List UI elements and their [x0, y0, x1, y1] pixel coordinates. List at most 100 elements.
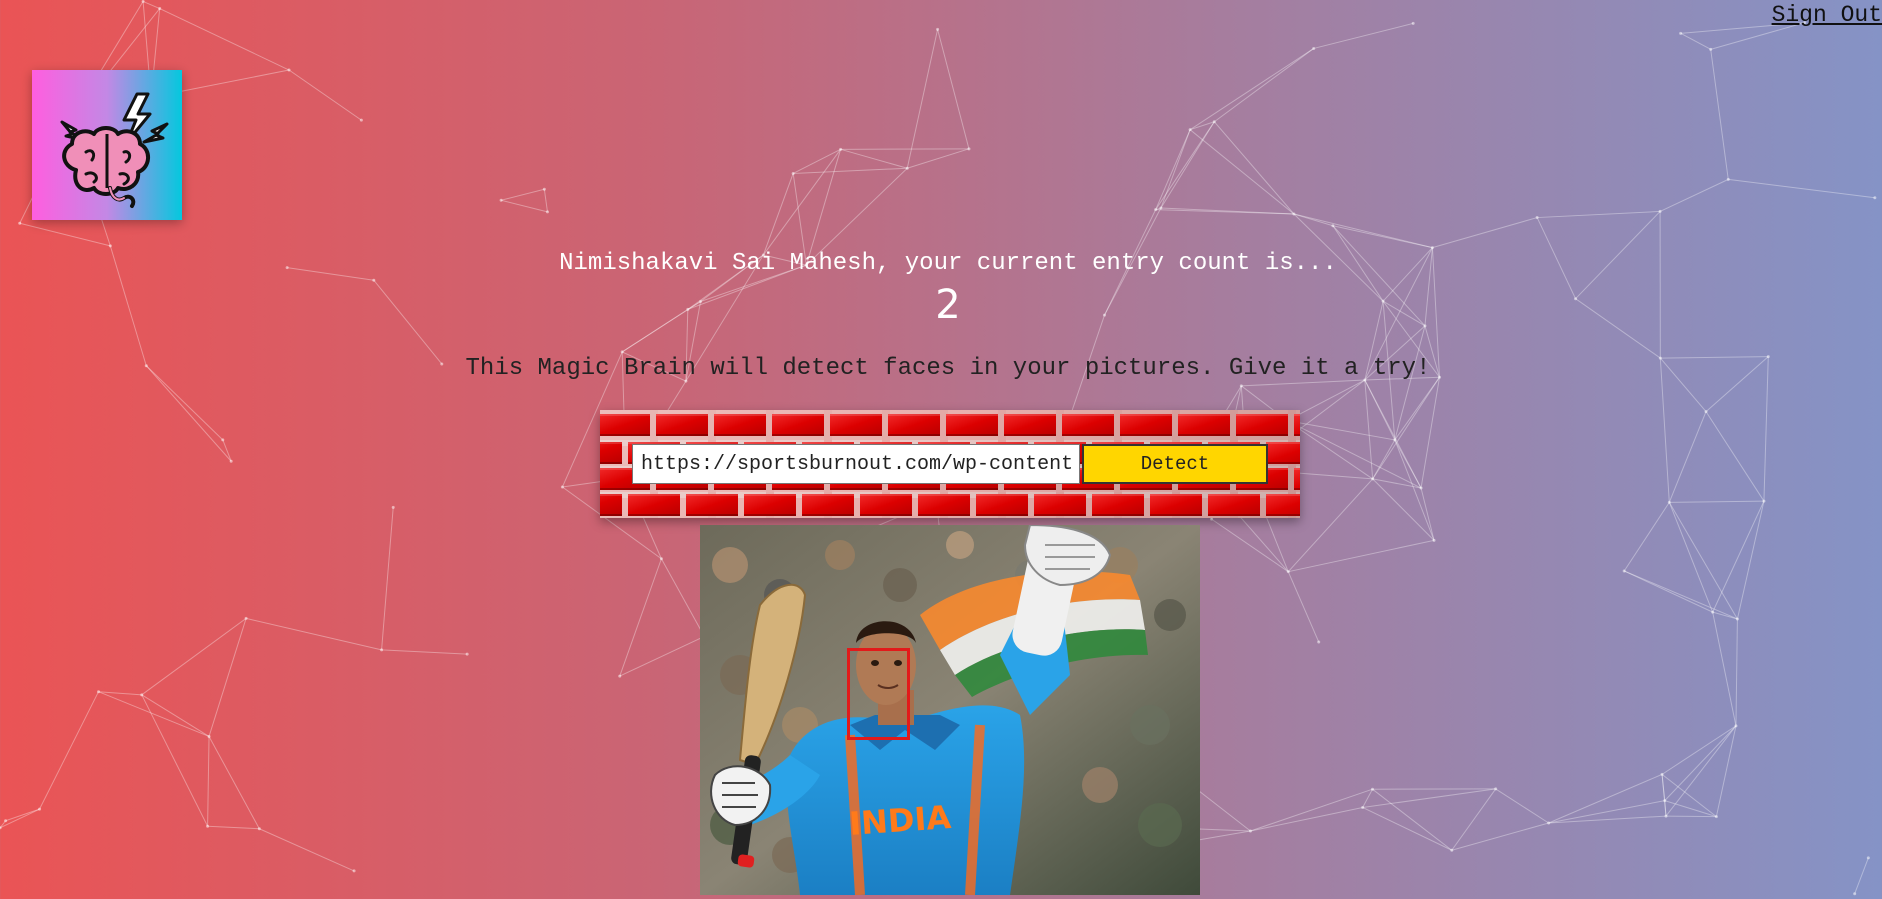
particle-link	[1288, 539, 1435, 573]
particle-link	[259, 828, 355, 872]
particle-dot	[108, 244, 112, 248]
particle-link	[1155, 121, 1215, 210]
particle-dot	[905, 166, 909, 170]
particle-dot	[1714, 815, 1718, 819]
particle-link	[840, 148, 908, 169]
particle-link	[1332, 225, 1433, 249]
particle-link	[1712, 612, 1737, 726]
particle-link	[1287, 571, 1320, 643]
particle-link	[937, 29, 970, 149]
particle-link	[1712, 500, 1765, 613]
particle-dot	[244, 616, 248, 620]
particle-dot	[257, 827, 261, 831]
particle-link	[1669, 500, 1764, 503]
particle-link	[1250, 788, 1373, 832]
particle-link	[207, 736, 210, 827]
particle-dot	[1658, 209, 1662, 213]
particle-link	[1364, 380, 1374, 479]
entry-count: 2	[935, 282, 961, 328]
particle-link	[1665, 815, 1717, 818]
particle-link	[906, 29, 939, 169]
particle-link	[1372, 478, 1435, 541]
particle-link	[1420, 487, 1435, 541]
particle-link	[1451, 788, 1497, 851]
particle-link	[1432, 217, 1538, 249]
particle-link	[141, 694, 209, 827]
particle-link	[1705, 411, 1765, 502]
particle-dot	[545, 210, 549, 214]
sign-out-link[interactable]: Sign Out	[1772, 2, 1882, 28]
particle-link	[207, 825, 260, 830]
particle-dot	[1663, 799, 1667, 803]
particle-link	[619, 558, 662, 677]
particle-link	[1664, 800, 1667, 817]
particle-link	[1287, 478, 1374, 573]
particle-dot	[499, 198, 503, 202]
tagline: This Magic Brain will detect faces in yo…	[465, 355, 1431, 382]
particle-link	[805, 149, 842, 266]
particle-link	[1623, 570, 1738, 620]
particle-dot	[839, 147, 843, 151]
particle-dot	[1411, 21, 1415, 25]
particle-link	[1394, 439, 1422, 489]
particle-dot	[1248, 829, 1252, 833]
particle-link	[1664, 725, 1737, 801]
particle-dot	[1212, 120, 1216, 124]
particle-dot	[141, 0, 145, 3]
particle-link	[245, 617, 382, 651]
particle-dot	[1361, 805, 1365, 809]
particle-dot	[1711, 610, 1715, 614]
particle-dot	[1419, 486, 1423, 490]
particle-link	[1661, 773, 1717, 817]
particle-link	[288, 69, 362, 121]
particle-dot	[1735, 617, 1739, 621]
particle-dot	[936, 27, 940, 31]
particle-dot	[18, 221, 22, 225]
particle-dot	[1188, 128, 1192, 132]
particle-dot	[1292, 212, 1296, 216]
particle-dot	[1430, 246, 1434, 250]
particle-dot	[97, 690, 101, 694]
particle-link	[619, 635, 705, 677]
particle-link	[381, 507, 394, 650]
particle-link	[1364, 379, 1396, 441]
particle-dot	[1853, 892, 1857, 896]
particle-link	[1735, 618, 1738, 726]
particle-link	[1362, 788, 1373, 808]
particle-link	[1155, 207, 1162, 211]
particle-link	[1372, 788, 1453, 851]
particle-link	[142, 0, 160, 9]
particle-dot	[287, 68, 291, 72]
particle-link	[208, 736, 260, 830]
particle-link	[1712, 611, 1738, 620]
particle-link	[98, 691, 142, 696]
particle-link	[1668, 502, 1714, 613]
particle-dot	[1450, 848, 1454, 852]
image-url-input[interactable]	[632, 444, 1080, 484]
particle-dot	[391, 505, 395, 509]
face-bounding-box	[847, 648, 910, 740]
particle-dot	[38, 807, 42, 811]
particle-dot	[1432, 538, 1436, 542]
particle-dot	[359, 118, 363, 122]
particle-dot	[1286, 570, 1290, 574]
particle-dot	[1371, 477, 1375, 481]
particle-dot	[791, 171, 795, 175]
particle-link	[1155, 129, 1191, 210]
particle-dot	[380, 648, 384, 652]
particle-dot	[1547, 821, 1551, 825]
particle-link	[1372, 376, 1440, 480]
detect-button[interactable]: Detect	[1082, 444, 1268, 484]
particle-link	[1661, 725, 1737, 775]
particle-dot	[140, 693, 144, 697]
particle-link	[500, 188, 545, 201]
particle-dot	[1664, 814, 1668, 818]
particle-link	[1364, 379, 1422, 489]
particle-dot	[620, 350, 624, 354]
particle-link	[1854, 857, 1869, 894]
particle-link	[1213, 121, 1295, 215]
cricket-player-photo: INDIA	[700, 525, 1200, 895]
particle-dot	[1762, 499, 1766, 503]
particle-dot	[4, 819, 8, 823]
particle-link	[1548, 800, 1665, 824]
